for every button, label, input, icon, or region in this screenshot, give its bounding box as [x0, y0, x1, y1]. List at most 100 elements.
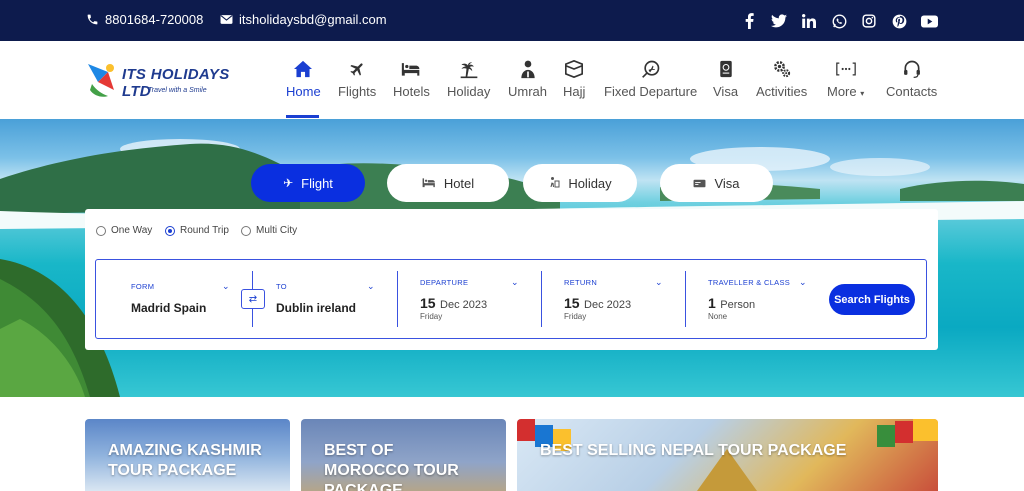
return-weekday: Friday: [564, 312, 587, 321]
chevron-down-icon[interactable]: ⌄: [799, 277, 807, 288]
swap-locations-button[interactable]: ⇄: [241, 289, 265, 309]
brand-logo[interactable]: ITS HOLIDAYS LTD Travel with a Smile: [86, 60, 241, 102]
promo-title: BEST OF MOROCCO TOUR PACKAGE: [324, 442, 459, 491]
chevron-down-icon[interactable]: ⌄: [655, 277, 663, 288]
twitter-icon[interactable]: [770, 12, 788, 30]
passport-icon: [693, 176, 706, 191]
gears-icon: [772, 58, 792, 80]
pinterest-icon[interactable]: [890, 12, 908, 30]
from-field[interactable]: FORM: [131, 282, 154, 291]
tab-hotel-label: Hotel: [443, 175, 475, 191]
caret-down-icon: ▾: [860, 89, 865, 98]
email-contact[interactable]: itsholidaysbd@gmail.com: [220, 12, 387, 27]
top-bar: 8801684-720008 itsholidaysbd@gmail.com: [0, 0, 1024, 41]
bed-icon: [422, 176, 436, 191]
chevron-down-icon[interactable]: ⌄: [367, 281, 375, 292]
departure-day: 15: [420, 295, 436, 311]
field-divider: [397, 271, 398, 327]
nav-item-visa[interactable]: Visa: [713, 58, 738, 99]
traveller-count[interactable]: 1 Person: [708, 295, 755, 313]
facebook-icon[interactable]: [740, 12, 758, 30]
tab-flight-label: Flight: [301, 175, 333, 191]
chevron-down-icon[interactable]: ⌄: [222, 281, 230, 292]
youtube-icon[interactable]: [920, 12, 938, 30]
instagram-icon[interactable]: [860, 12, 878, 30]
trip-type-label: Round Trip: [180, 225, 229, 236]
headset-icon: [902, 58, 922, 80]
promo-card-kashmir[interactable]: AMAZING KASHMIR TOUR PACKAGE: [85, 419, 290, 491]
nav-label-visa: Visa: [713, 84, 739, 99]
promo-title: BEST SELLING NEPAL TOUR PACKAGE: [540, 442, 847, 459]
promo-card-morocco[interactable]: BEST OF MOROCCO TOUR PACKAGE: [301, 419, 506, 491]
promo-card-nepal[interactable]: BEST SELLING NEPAL TOUR PACKAGE: [517, 419, 938, 491]
logo-brand-text: ITS HOLIDAYS LTD: [122, 66, 230, 100]
departure-date[interactable]: 15 Dec 2023: [420, 295, 487, 313]
chevron-down-icon[interactable]: ⌄: [511, 277, 519, 288]
radio-button-selected[interactable]: [165, 225, 175, 236]
ellipsis-icon: [835, 58, 856, 80]
traveller-number: 1: [708, 295, 716, 311]
nav-item-more[interactable]: More ▾: [827, 58, 864, 99]
trip-type-one-way[interactable]: One Way: [96, 225, 152, 236]
nav-item-hajj[interactable]: Hajj: [563, 58, 585, 99]
field-divider: [685, 271, 686, 327]
nav-label-hotels: Hotels: [393, 84, 430, 99]
return-date[interactable]: 15 Dec 2023: [564, 295, 631, 313]
nav-item-flights[interactable]: Flights: [338, 58, 376, 99]
home-icon: [293, 58, 313, 80]
trip-type-label: One Way: [111, 225, 153, 236]
holiday-icon: [548, 176, 560, 191]
nav-label-umrah: Umrah: [508, 84, 548, 99]
tab-flight[interactable]: ✈ Flight: [251, 164, 365, 202]
nav-item-fixed-departure[interactable]: Fixed Departure: [604, 58, 697, 99]
linkedin-icon[interactable]: [800, 12, 818, 30]
departure-icon: [641, 58, 661, 80]
trip-type-label: Multi City: [256, 225, 298, 236]
nav-label-home: Home: [286, 84, 321, 99]
nav-item-home[interactable]: Home: [286, 58, 321, 99]
nav-item-holiday[interactable]: Holiday: [447, 58, 490, 99]
nav-item-umrah[interactable]: Umrah: [508, 58, 547, 99]
bed-icon: [401, 58, 421, 80]
nav-label-fixed-departure: Fixed Departure: [604, 84, 698, 99]
nav-item-contacts[interactable]: Contacts: [886, 58, 937, 99]
radio-button[interactable]: [96, 225, 106, 236]
palm-tree-icon: [459, 58, 479, 80]
trip-type-round-trip[interactable]: Round Trip: [165, 225, 229, 236]
nav-item-activities[interactable]: Activities: [756, 58, 807, 99]
search-flights-button[interactable]: Search Flights: [829, 284, 915, 315]
radio-button[interactable]: [241, 225, 251, 236]
nav-label-activities: Activities: [756, 84, 808, 99]
to-field[interactable]: TO: [276, 282, 287, 291]
nav-label-more: More ▾: [827, 84, 865, 99]
trip-type-multi-city[interactable]: Multi City: [241, 225, 297, 236]
tab-holiday[interactable]: Holiday: [523, 164, 637, 202]
social-links: [740, 12, 938, 30]
nav-label-hajj: Hajj: [563, 84, 586, 99]
to-value[interactable]: Dublin ireland: [276, 301, 356, 315]
tab-visa[interactable]: Visa: [660, 164, 773, 202]
tab-holiday-label: Holiday: [568, 175, 612, 191]
traveller-class: None: [708, 312, 728, 321]
departure-field[interactable]: DEPARTURE: [420, 278, 468, 287]
tab-visa-label: Visa: [714, 175, 740, 191]
phone-number: 8801684-720008: [105, 12, 204, 27]
whatsapp-icon[interactable]: [830, 12, 848, 30]
nav-item-hotels[interactable]: Hotels: [393, 58, 430, 99]
departure-label: DEPARTURE: [420, 278, 469, 287]
return-monthyear: Dec 2023: [584, 299, 632, 311]
return-day: 15: [564, 295, 580, 311]
active-nav-indicator: [286, 115, 319, 118]
nav-label-contacts: Contacts: [886, 84, 938, 99]
field-divider: [541, 271, 542, 327]
logo-mark-icon: [88, 64, 114, 97]
kaaba-icon: [564, 58, 584, 80]
phone-contact[interactable]: 8801684-720008: [86, 12, 203, 27]
from-value[interactable]: Madrid Spain: [131, 301, 206, 315]
phone-icon: [87, 14, 98, 25]
tab-hotel[interactable]: Hotel: [387, 164, 509, 202]
return-field[interactable]: RETURN: [564, 278, 597, 287]
traveller-field[interactable]: TRAVELLER & CLASS: [708, 278, 790, 287]
logo-tagline: Travel with a Smile: [148, 87, 207, 94]
swap-icon: ⇄: [248, 293, 258, 305]
